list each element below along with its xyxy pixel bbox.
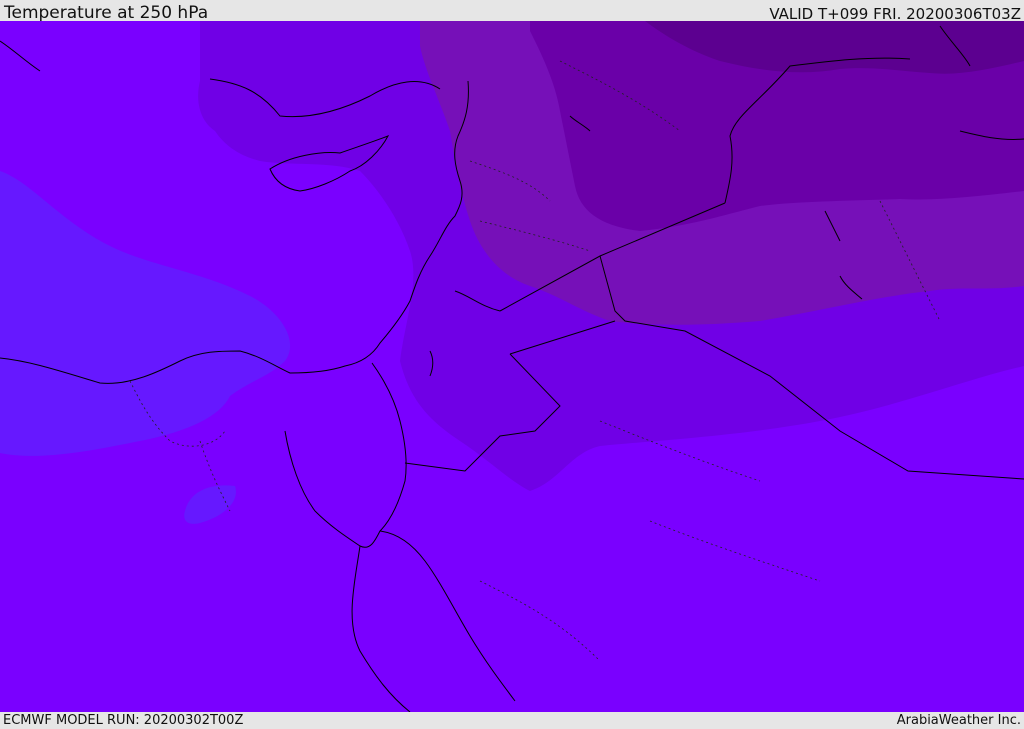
- map-area: [0, 21, 1024, 712]
- temperature-map: [0, 21, 1024, 712]
- map-title: Temperature at 250 hPa: [4, 3, 209, 23]
- footer-bar: ECMWF MODEL RUN: 20200302T00Z ArabiaWeat…: [0, 712, 1024, 729]
- header-bar: Temperature at 250 hPa VALID T+099 FRI. …: [0, 0, 1024, 23]
- credit-label: ArabiaWeather Inc.: [896, 713, 1021, 728]
- model-run-label: ECMWF MODEL RUN: 20200302T00Z: [3, 713, 244, 728]
